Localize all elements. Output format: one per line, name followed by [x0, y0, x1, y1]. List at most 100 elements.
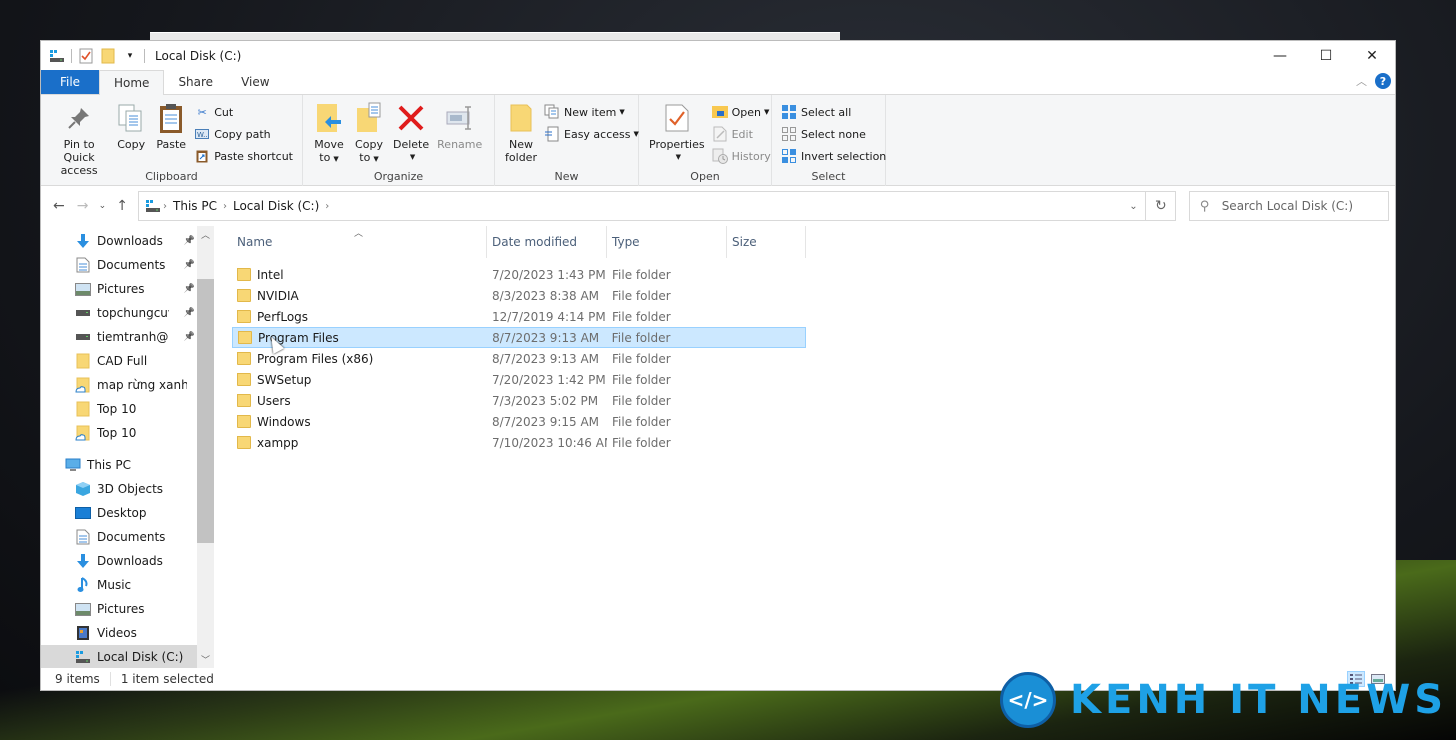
breadcrumb-chevron-icon[interactable]: › — [161, 201, 169, 212]
file-row[interactable]: Users 7/3/2023 5:02 PM File folder — [232, 390, 806, 411]
copy-path-button[interactable]: W.. Copy path — [191, 123, 296, 145]
select-group: Select all Select none Invert selection … — [772, 95, 886, 186]
file-row[interactable]: Program Files (x86) 8/7/2023 9:13 AM File … — [232, 348, 806, 369]
recent-locations-button[interactable]: ⌄ — [94, 194, 110, 218]
file-row[interactable]: NVIDIA 8/3/2023 8:38 AM File folder — [232, 285, 806, 306]
pin-icon[interactable]: 📌 — [184, 236, 195, 246]
file-row[interactable]: Intel 7/20/2023 1:43 PM File folder — [232, 264, 806, 285]
new-folder-quick-icon[interactable] — [100, 48, 116, 64]
nav-item-pictures[interactable]: Pictures 📌 — [41, 277, 197, 301]
new-group: New folder New item ▼ Easy access ▼ New — [495, 95, 639, 186]
type-cell: File folder — [612, 372, 671, 387]
column-type[interactable]: Type — [607, 226, 727, 258]
file-row[interactable]: Program Files 8/7/2023 9:13 AM File folder — [232, 327, 806, 348]
invert-selection-button[interactable]: Invert selection — [778, 145, 889, 167]
new-item-icon — [544, 104, 560, 120]
close-button[interactable]: ✕ — [1349, 41, 1395, 71]
pin-icon[interactable]: 📌 — [184, 332, 195, 342]
address-bar[interactable]: › This PC › Local Disk (C:) › ⌄ — [138, 191, 1147, 221]
nav-item-top-10[interactable]: Top 10 — [41, 421, 197, 445]
scroll-up-icon[interactable]: ︿ — [197, 226, 214, 243]
nav-item-label: tiemtranh@g — [97, 330, 169, 344]
copy-to-label: Copy — [355, 138, 383, 151]
address-history-dropdown[interactable]: ⌄ — [1121, 192, 1145, 220]
breadcrumb-chevron-icon[interactable]: › — [323, 201, 331, 212]
pin-icon[interactable]: 📌 — [184, 284, 195, 294]
open-button[interactable]: Open ▼ — [709, 101, 774, 123]
tab-file[interactable]: File — [41, 70, 99, 94]
nav-item-downloads[interactable]: Downloads 📌 — [41, 229, 197, 253]
collapse-ribbon-icon[interactable]: ︿ — [1356, 73, 1367, 89]
refresh-button[interactable]: ↻ — [1146, 191, 1177, 221]
file-name: Windows — [257, 414, 311, 429]
computer-icon — [65, 457, 81, 473]
new-folder-label: New — [509, 138, 533, 151]
rename-icon — [444, 101, 476, 135]
tab-home[interactable]: Home — [99, 70, 165, 95]
file-name: Intel — [257, 267, 284, 282]
nav-item-tiemtranh-g[interactable]: tiemtranh@g 📌 — [41, 325, 197, 349]
file-row[interactable]: Windows 8/7/2023 9:15 AM File folder — [232, 411, 806, 432]
scrollbar-thumb[interactable] — [197, 279, 214, 543]
breadcrumb-chevron-icon[interactable]: › — [221, 201, 229, 212]
properties-quick-icon[interactable] — [78, 48, 94, 64]
nav-item-pc-music[interactable]: Music — [41, 573, 197, 597]
back-button[interactable]: ← — [47, 194, 71, 218]
nav-item-documents[interactable]: Documents 📌 — [41, 253, 197, 277]
cut-button[interactable]: ✂ Cut — [191, 101, 296, 123]
forward-button[interactable]: → — [71, 194, 95, 218]
easy-access-button[interactable]: Easy access ▼ — [541, 123, 642, 145]
column-size[interactable]: Size — [727, 226, 806, 258]
type-cell: File folder — [612, 435, 671, 450]
file-name-cell: Program Files (x86) — [232, 351, 487, 366]
desktop-icon — [75, 505, 91, 521]
nav-item-pc-videos[interactable]: Videos — [41, 621, 197, 645]
easy-access-icon — [544, 126, 560, 142]
nav-item-pc-pictures[interactable]: Pictures — [41, 597, 197, 621]
nav-item-top-10[interactable]: Top 10 — [41, 397, 197, 421]
minimize-button[interactable]: — — [1257, 41, 1303, 71]
history-label: History — [731, 149, 771, 163]
maximize-button[interactable]: ☐ — [1303, 41, 1349, 71]
pin-icon[interactable]: 📌 — [184, 308, 195, 318]
nav-item-map-r-ng-xanh[interactable]: map rừng xanh — [41, 373, 197, 397]
file-list: ︿ Name Date modified Type Size Intel 7/20… — [214, 226, 1395, 668]
pin-icon[interactable]: 📌 — [184, 260, 195, 270]
breadcrumb-this-pc[interactable]: This PC — [169, 199, 221, 213]
edit-button[interactable]: Edit — [709, 123, 774, 145]
scroll-down-icon[interactable]: ﹀ — [197, 651, 214, 668]
file-name: NVIDIA — [257, 288, 299, 303]
up-button[interactable]: ↑ — [110, 194, 134, 218]
nav-item-label: CAD Full — [97, 354, 148, 368]
select-all-button[interactable]: Select all — [778, 101, 889, 123]
date-modified-cell: 7/20/2023 1:43 PM — [492, 267, 606, 282]
nav-item-cad-full[interactable]: CAD Full — [41, 349, 197, 373]
nav-item-pc-3d-objects[interactable]: 3D Objects — [41, 477, 197, 501]
file-row[interactable]: xampp 7/10/2023 10:46 AM File folder — [232, 432, 806, 453]
paste-shortcut-button[interactable]: Paste shortcut — [191, 145, 296, 167]
file-row[interactable]: PerfLogs 12/7/2019 4:14 PM File folder — [232, 306, 806, 327]
date-modified-cell: 8/7/2023 9:13 AM — [492, 351, 600, 366]
tab-view[interactable]: View — [227, 70, 283, 94]
file-name: xampp — [257, 435, 299, 450]
nav-item-this-pc[interactable]: This PC — [41, 453, 197, 477]
customize-toolbar-icon[interactable]: ▾ — [122, 48, 138, 64]
help-icon[interactable]: ? — [1375, 73, 1391, 89]
column-date-modified[interactable]: Date modified — [487, 226, 607, 258]
breadcrumb-local-disk[interactable]: Local Disk (C:) — [229, 199, 323, 213]
navigation-scrollbar[interactable]: ︿ ﹀ — [197, 226, 214, 668]
new-item-button[interactable]: New item ▼ — [541, 101, 642, 123]
history-button[interactable]: History — [709, 145, 774, 167]
search-box[interactable]: ⚲ Search Local Disk (C:) — [1189, 191, 1389, 221]
move-to-icon — [313, 101, 345, 135]
nav-item-topchungcuv[interactable]: topchungcuv 📌 — [41, 301, 197, 325]
scissors-icon: ✂ — [197, 105, 207, 119]
file-row[interactable]: SWSetup 7/20/2023 1:42 PM File folder — [232, 369, 806, 390]
select-none-button[interactable]: Select none — [778, 123, 889, 145]
nav-item-pc-local-disk-c-[interactable]: Local Disk (C:) — [41, 645, 197, 668]
nav-item-pc-desktop[interactable]: Desktop — [41, 501, 197, 525]
file-name-cell: Windows — [232, 414, 487, 429]
tab-share[interactable]: Share — [164, 70, 227, 94]
nav-item-pc-documents[interactable]: Documents — [41, 525, 197, 549]
nav-item-pc-downloads[interactable]: Downloads — [41, 549, 197, 573]
